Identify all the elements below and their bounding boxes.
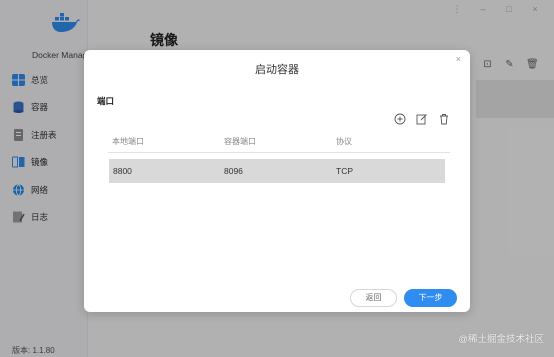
next-button[interactable]: 下一步 [404,289,457,307]
container-port-cell: 8096 [224,166,243,176]
back-button[interactable]: 返回 [350,289,397,307]
add-port-icon[interactable] [394,113,406,125]
ports-section-label: 端口 [97,96,115,106]
dialog-title: 启动容器 [255,64,299,76]
local-port-cell: 8800 [113,166,132,176]
column-header-protocol: 协议 [336,137,352,146]
close-icon[interactable]: × [456,54,461,64]
watermark-text: @稀土掘金技术社区 [458,334,544,345]
table-row[interactable]: 8800 8096 TCP [109,159,445,183]
column-header-local-port: 本地端口 [112,137,144,146]
start-container-dialog: 启动容器 × 端口 本地端口 容器端口 协议 8800 8096 TCP 返回 … [84,50,470,312]
column-header-container-port: 容器端口 [224,137,256,146]
delete-port-icon[interactable] [438,113,450,125]
edit-port-icon[interactable] [416,113,428,125]
protocol-cell: TCP [336,166,353,176]
ports-table-header: 本地端口 容器端口 协议 [108,135,450,153]
